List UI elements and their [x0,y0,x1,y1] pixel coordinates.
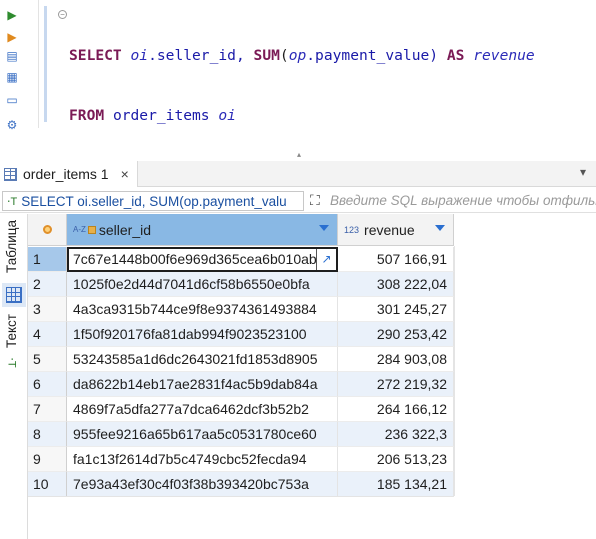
row-number[interactable]: 2 [28,272,67,297]
cell-seller-id[interactable]: 1f50f920176fa81dab994f9023523100 [67,322,338,347]
expand-filter-icon[interactable]: ⛶ [310,192,320,209]
sql-token: order_items [112,107,219,124]
sql-token: .payment_value) [306,47,447,64]
sql-query-preview[interactable]: ⋅T SELECT oi.seller_id, SUM(op.payment_v… [2,191,304,211]
cell-revenue[interactable]: 272 219,32 [338,372,454,397]
grid-view-icon[interactable] [6,287,22,303]
code-line-1: SELECT oi.seller_id, SUM(op.payment_valu… [56,46,535,66]
table-row[interactable]: 2 1025f0e2d44d7041d6cf58b6550e0bfa 308 2… [28,272,454,297]
table-icon [4,167,17,181]
cell-seller-id[interactable]: 7e93a43ef30c4f03f38b393420bc753a [67,472,338,497]
row-number[interactable]: 8 [28,422,67,447]
column-label-revenue: revenue [364,221,415,238]
cell-seller-id[interactable]: 4869f7a5dfa277a7dca6462dcf3b52b2 [67,397,338,422]
sql-token: SELECT [69,47,131,64]
grid-header: A-Z seller_id 123 revenue [28,214,596,246]
cell-revenue[interactable]: 284 903,08 [338,347,454,372]
select-all-corner[interactable] [28,214,67,246]
query-type-icon: ⋅T [7,195,18,208]
sort-arrow-icon[interactable] [435,225,445,231]
results-tab-bar: order_items 1 × ▾ [0,161,596,187]
sql-token: SUM [253,47,280,64]
sql-editor[interactable]: ▶ ▶ ▤ ▦ ▭ ⚙ − SELECT oi.seller_id, SUM(o… [0,0,596,364]
table-row[interactable]: 5 53243585a1d6dc2643021fd1853d8905 284 9… [28,347,454,372]
panel-splitter-handle[interactable]: ▴ [296,151,302,159]
tabs-menu-icon[interactable]: ▾ [580,165,586,179]
text-view-icon: ⋅T [5,357,18,368]
sql-token: .seller_id, [148,47,254,64]
editor-toolbar: ▶ ▶ ▤ ▦ ▭ ⚙ [0,0,28,132]
cell-seller-id[interactable]: 7c67e1448b00f6e969d365cea6b010ab ↗ [67,247,338,272]
tab-order-items-1[interactable]: order_items 1 × [0,161,138,187]
cell-revenue[interactable]: 264 166,12 [338,397,454,422]
table-row[interactable]: 6 da8622b14eb17ae2831f4ac5b9dab84a 272 2… [28,372,454,397]
table-row[interactable]: 9 fa1c13f2614d7b5c4749cbc52fecda94 206 5… [28,447,454,472]
sql-token: AS [446,47,474,64]
filter-input[interactable]: Введите SQL выражение чтобы отфильтроват… [330,193,596,208]
table-row[interactable]: 7 4869f7a5dfa277a7dca6462dcf3b52b2 264 1… [28,397,454,422]
cell-revenue[interactable]: 185 134,21 [338,472,454,497]
cell-seller-id[interactable]: 955fee9216a65b617aa5c0531780ce60 [67,422,338,447]
column-label-seller-id: seller_id [98,221,152,238]
grid-right-border [454,246,455,496]
results-grid: A-Z seller_id 123 revenue 1 7c67e1448b00… [28,214,596,539]
filter-bar: ⋅T SELECT oi.seller_id, SUM(op.payment_v… [0,189,596,213]
cell-revenue[interactable]: 301 245,27 [338,297,454,322]
cell-seller-id[interactable]: 53243585a1d6dc2643021fd1853d8905 [67,347,338,372]
numeric-type-icon: 123 [344,224,360,235]
current-statement-marker [44,6,47,122]
row-number[interactable]: 4 [28,322,67,347]
cell-text: 7c67e1448b00f6e969d365cea6b010ab [73,251,317,267]
row-number[interactable]: 3 [28,297,67,322]
tab-table-view[interactable]: Таблица [4,220,19,273]
sql-token: oi [218,107,236,124]
string-type-icon: A-Z [73,225,86,234]
table-row[interactable]: 8 955fee9216a65b617aa5c0531780ce60 236 3… [28,422,454,447]
open-value-editor-icon[interactable]: ↗ [316,249,336,270]
key-icon [87,225,96,234]
cell-revenue[interactable]: 507 166,91 [338,247,454,272]
view-mode-panel: Таблица Текст ⋅T [0,214,28,539]
row-number[interactable]: 6 [28,372,67,397]
row-number[interactable]: 9 [28,447,67,472]
column-header-revenue[interactable]: 123 revenue [338,214,454,246]
code-line-2: FROM order_items oi [56,106,535,126]
table-row[interactable]: 10 7e93a43ef30c4f03f38b393420bc753a 185 … [28,472,454,497]
explain-plan-icon[interactable]: ▤ [5,49,19,63]
cell-seller-id[interactable]: da8622b14eb17ae2831f4ac5b9dab84a [67,372,338,397]
run-statement-icon[interactable]: ▶ [5,8,19,22]
row-number[interactable]: 10 [28,472,67,497]
tab-text-view[interactable]: Текст [4,314,19,348]
sql-token: op [288,47,307,64]
cell-revenue[interactable]: 206 513,23 [338,447,454,472]
open-terminal-icon[interactable]: ▭ [5,93,19,107]
cell-seller-id[interactable]: 1025f0e2d44d7041d6cf58b6550e0bfa [67,272,338,297]
row-number[interactable]: 7 [28,397,67,422]
cell-revenue[interactable]: 236 322,3 [338,422,454,447]
sql-token: FROM [69,107,113,124]
cell-revenue[interactable]: 290 253,42 [338,322,454,347]
sql-token: revenue [473,47,535,64]
row-state-icon [42,225,52,234]
settings-gear-icon[interactable]: ⚙ [5,118,19,132]
sql-preview-text: SELECT oi.seller_id, SUM(op.payment_valu [21,193,287,209]
column-header-seller-id[interactable]: A-Z seller_id [67,214,338,246]
table-row[interactable]: 4 1f50f920176fa81dab994f9023523100 290 2… [28,322,454,347]
table-row[interactable]: 1 7c67e1448b00f6e969d365cea6b010ab ↗ 507 … [28,247,454,272]
table-row[interactable]: 3 4a3ca9315b744ce9f8e9374361493884 301 2… [28,297,454,322]
tab-label: order_items 1 [23,166,109,182]
row-number[interactable]: 1 [28,247,67,272]
cell-seller-id[interactable]: 4a3ca9315b744ce9f8e9374361493884 [67,297,338,322]
close-icon[interactable]: × [121,166,129,182]
cell-seller-id[interactable]: fa1c13f2614d7b5c4749cbc52fecda94 [67,447,338,472]
sql-token: oi [130,47,149,64]
sort-arrow-icon[interactable] [319,225,329,231]
load-plan-icon[interactable]: ▦ [5,70,19,84]
row-number[interactable]: 5 [28,347,67,372]
grid-bottom-border [28,496,454,497]
cell-revenue[interactable]: 308 222,04 [338,272,454,297]
run-script-icon[interactable]: ▶ [5,30,19,44]
sql-token: ( [279,47,289,64]
gutter-divider [38,0,39,128]
